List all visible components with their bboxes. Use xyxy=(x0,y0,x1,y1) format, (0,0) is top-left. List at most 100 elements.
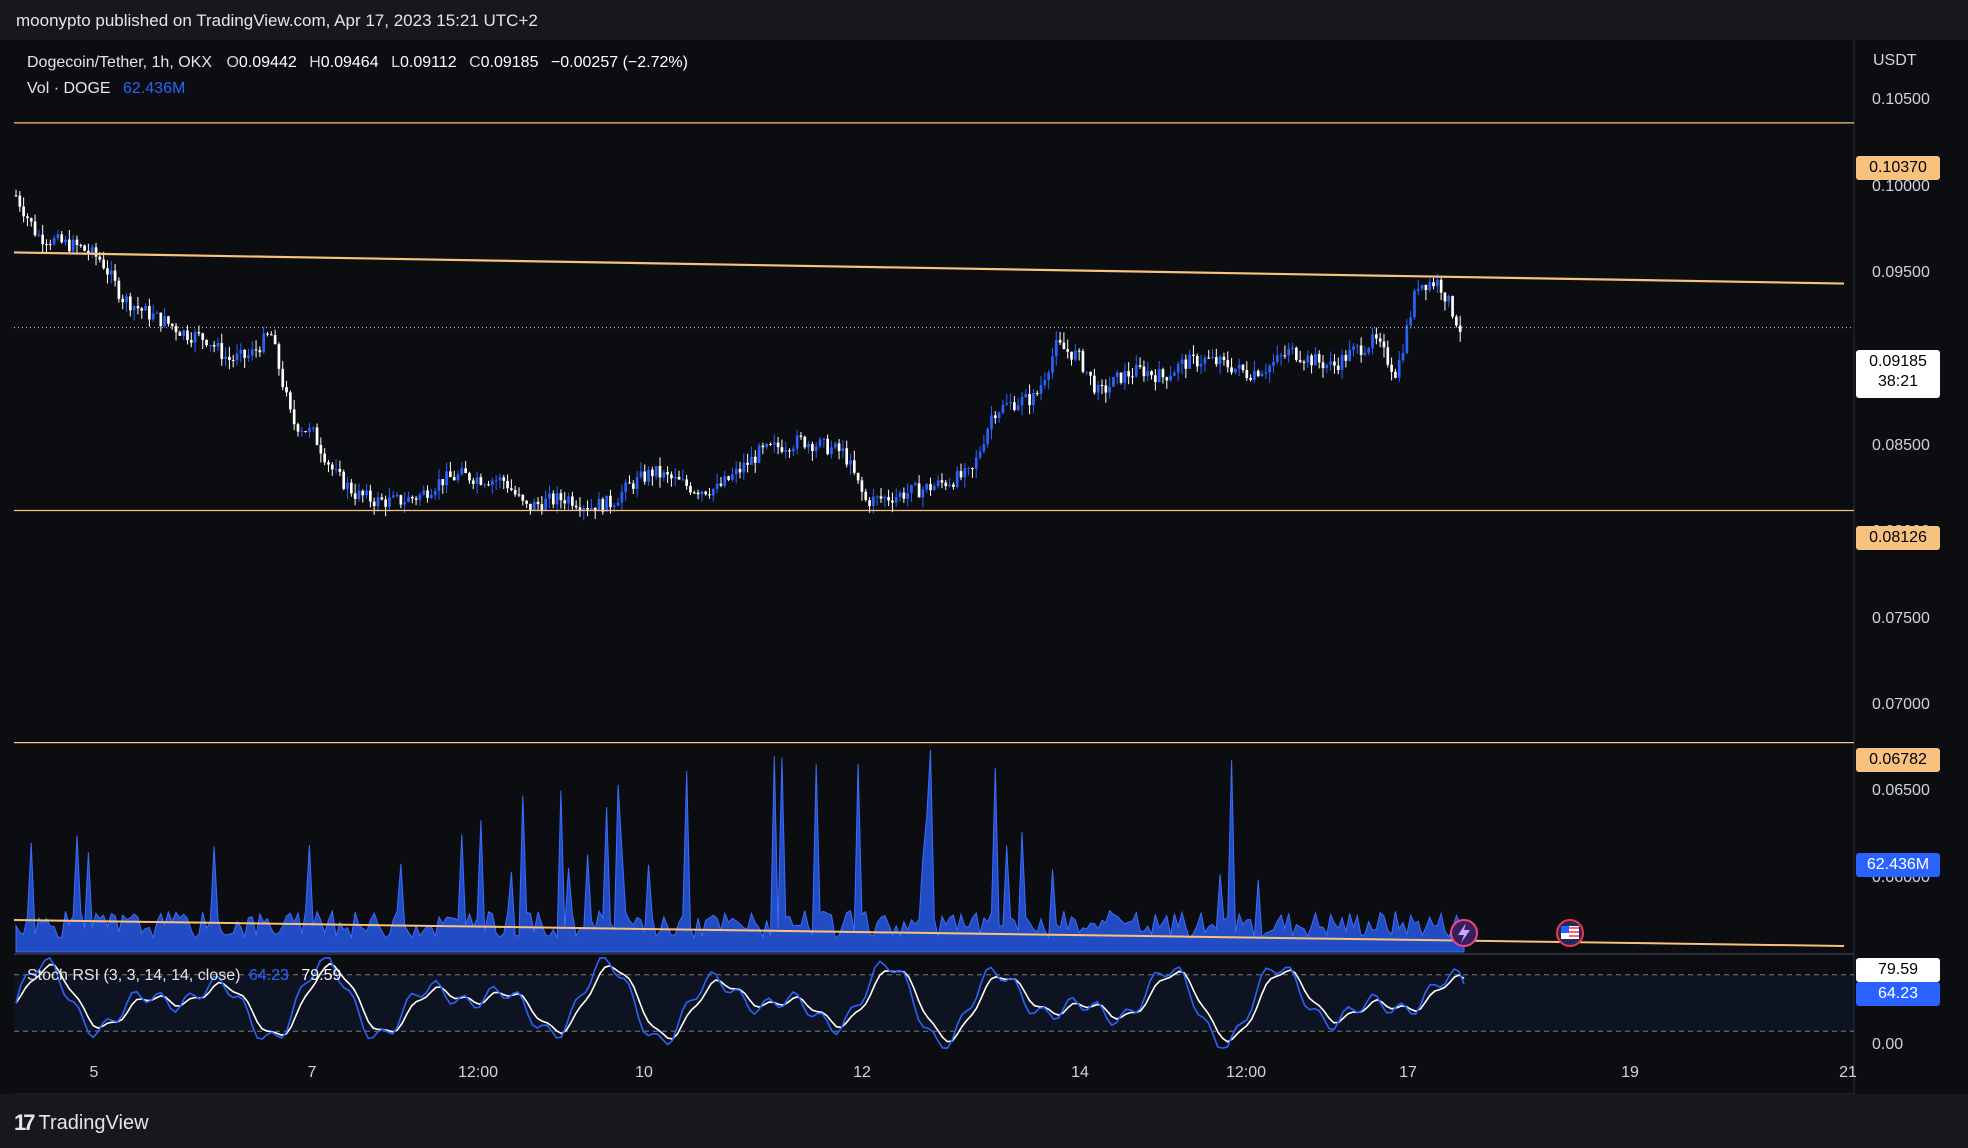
candle-body xyxy=(1096,384,1100,393)
chart-svg[interactable] xyxy=(14,40,1968,1094)
candle-body xyxy=(1226,359,1230,368)
candle-body xyxy=(452,477,456,481)
candle-body xyxy=(258,350,262,353)
candle-body xyxy=(780,447,784,452)
volume-label[interactable]: Vol · DOGE xyxy=(27,80,111,97)
candle-body xyxy=(1180,359,1184,365)
candle-body xyxy=(224,356,227,359)
stoch-rsi-label[interactable]: Stoch RSI (3, 3, 14, 14, close) xyxy=(27,967,240,984)
candle-body xyxy=(178,332,182,336)
ohlc-legend: Dogecoin/Tether, 1h, OKX O0.09442 H0.094… xyxy=(27,54,688,72)
candle-body xyxy=(544,498,547,511)
candle-body xyxy=(1256,370,1260,377)
price-tick: 0.09500 xyxy=(1872,264,1930,282)
candle-body xyxy=(1435,279,1439,287)
candle-body xyxy=(1409,317,1412,326)
candle-body xyxy=(487,484,490,486)
candle-body xyxy=(1371,334,1374,349)
candles xyxy=(14,189,1462,521)
candle-body xyxy=(971,468,974,470)
candle-body xyxy=(700,491,704,495)
candle-body xyxy=(1173,372,1176,376)
candle-body xyxy=(639,471,643,477)
candle-body xyxy=(228,356,231,361)
candle-body xyxy=(1131,376,1134,378)
candle-body xyxy=(574,505,578,508)
price-tick: 0.07500 xyxy=(1872,609,1930,627)
publisher-line: moonypto published on TradingView.com, A… xyxy=(16,11,538,30)
candle-body xyxy=(738,468,742,473)
candle-body xyxy=(155,312,159,314)
candle-body xyxy=(1447,296,1451,302)
candle-body xyxy=(285,387,288,393)
candle-body xyxy=(1081,351,1085,372)
candle-body xyxy=(1253,370,1256,380)
candle-body xyxy=(776,442,780,448)
candle-body xyxy=(731,474,734,480)
candle-body xyxy=(1394,371,1397,378)
candle-body xyxy=(807,443,810,448)
candle-body xyxy=(1287,348,1291,356)
candle-body xyxy=(894,496,898,503)
candle-body xyxy=(1458,325,1462,332)
time-tick: 17 xyxy=(1399,1064,1417,1081)
candle-body xyxy=(167,316,170,324)
candle-body xyxy=(1432,282,1435,287)
candle-body xyxy=(563,500,567,504)
candle-body xyxy=(247,355,250,358)
candle-body xyxy=(902,492,906,499)
candle-body xyxy=(742,462,746,473)
candle-body xyxy=(612,505,616,508)
candle-body xyxy=(860,480,864,492)
candle-body xyxy=(41,234,45,244)
candle-body xyxy=(1093,375,1096,393)
candle-body xyxy=(136,306,140,309)
candle-body xyxy=(18,195,22,207)
candle-body xyxy=(1401,353,1405,361)
candle-body xyxy=(891,500,894,503)
chart-area[interactable] xyxy=(14,40,1968,1094)
candle-body xyxy=(711,488,715,496)
candle-body xyxy=(174,326,178,333)
candle-body xyxy=(1028,394,1031,406)
currency-label[interactable]: USDT xyxy=(1873,52,1917,70)
candle-body xyxy=(868,500,871,507)
time-tick: 19 xyxy=(1621,1064,1639,1081)
low-value: 0.09112 xyxy=(399,54,457,71)
candle-body xyxy=(685,479,688,486)
candle-body xyxy=(296,424,300,432)
time-tick: 21 xyxy=(1839,1064,1857,1081)
candle-body xyxy=(715,483,719,489)
candle-body xyxy=(441,479,445,486)
candle-body xyxy=(132,306,136,311)
candle-body xyxy=(117,280,121,299)
candle-body xyxy=(391,495,395,498)
candle-body xyxy=(235,353,239,361)
candle-body xyxy=(521,494,525,501)
candle-body xyxy=(906,493,909,499)
candle-body xyxy=(590,507,593,510)
candle-body xyxy=(1283,355,1287,357)
candle-body xyxy=(33,221,37,236)
candle-body xyxy=(830,447,833,455)
candle-body xyxy=(349,482,353,494)
symbol-title[interactable]: Dogecoin/Tether, 1h, OKX xyxy=(27,54,212,71)
candle-body xyxy=(22,206,25,217)
candle-body xyxy=(26,216,29,219)
candle-body xyxy=(723,476,727,486)
candle-body xyxy=(1386,347,1390,365)
candle-body xyxy=(734,468,738,475)
open-label: O xyxy=(226,54,239,71)
candle-body xyxy=(479,477,483,485)
flag-canton xyxy=(1561,926,1569,933)
candle-body xyxy=(1203,357,1207,364)
candle-body xyxy=(334,469,338,471)
candle-body xyxy=(376,497,380,507)
candle-body xyxy=(540,504,544,511)
tradingview-logo[interactable]: 17 TradingView xyxy=(14,1110,149,1136)
candle-body xyxy=(1405,325,1409,354)
candle-body xyxy=(1348,349,1352,361)
candle-body xyxy=(1184,359,1188,369)
candle-body xyxy=(753,456,757,463)
candle-body xyxy=(148,306,151,320)
